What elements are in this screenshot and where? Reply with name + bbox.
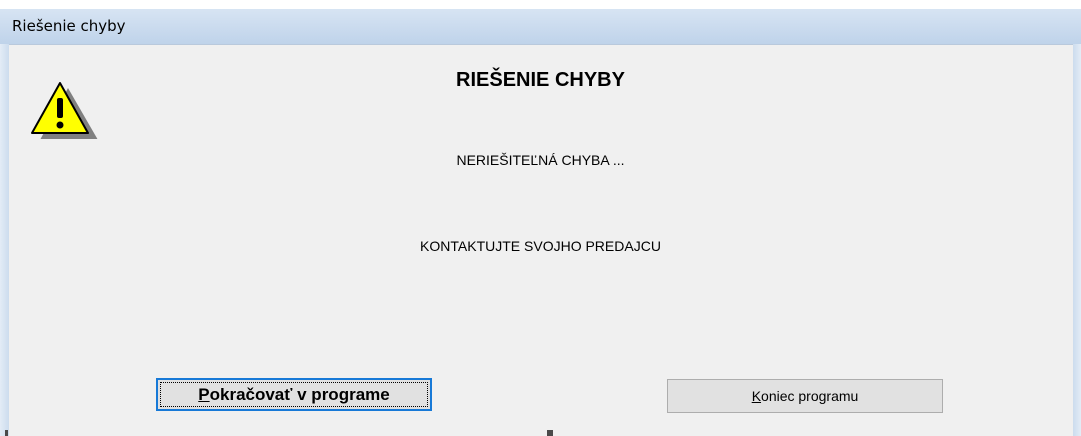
window-titlebar[interactable]: Riešenie chyby [0,9,1081,44]
contact-message: KONTAKTUJTE SVOJHO PREDAJCU [420,238,661,254]
window-resize-mark [547,430,553,436]
error-message: NERIEŠITEĽNÁ CHYBA ... [456,152,625,168]
continue-program-label: Pokračovať v programe [160,382,428,407]
continue-program-button[interactable]: Pokračovať v programe [156,378,432,411]
window-title: Riešenie chyby [12,17,126,35]
exit-program-label: Koniec programu [751,388,859,404]
window-resize-mark [5,430,8,436]
exit-program-button[interactable]: Koniec programu [667,379,943,413]
dialog-heading: RIEŠENIE CHYBY [456,69,625,91]
